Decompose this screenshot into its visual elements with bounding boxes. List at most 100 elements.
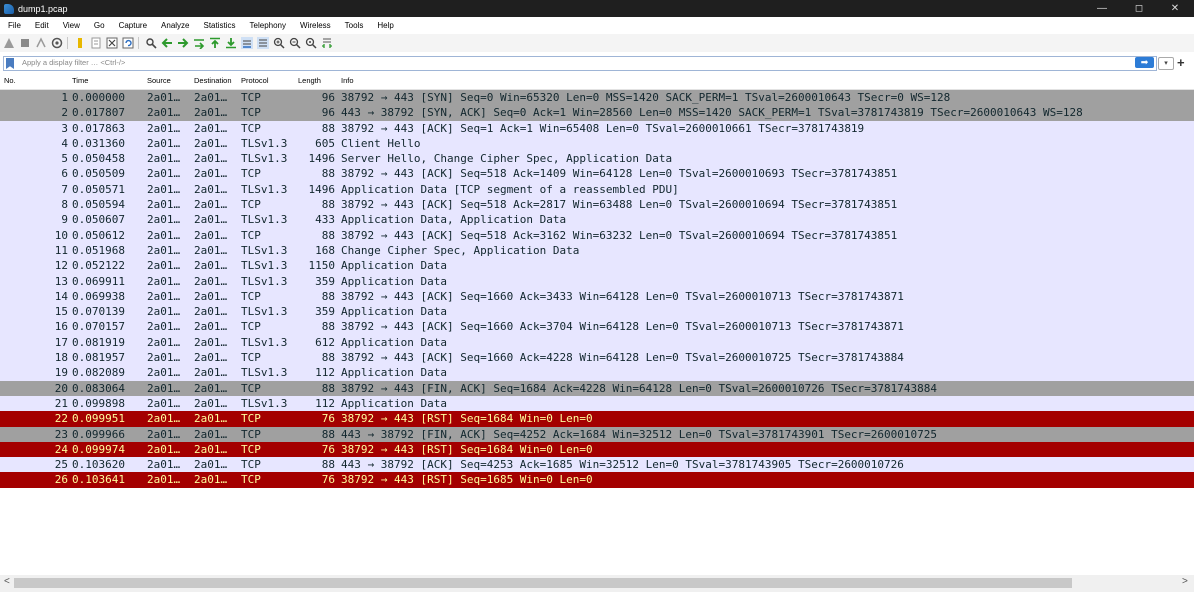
menu-file[interactable]: File xyxy=(0,21,27,30)
packet-protocol: TLSv1.3 xyxy=(241,366,288,380)
packet-length: 88 xyxy=(321,198,335,212)
go-forward-icon[interactable] xyxy=(176,36,190,50)
add-filter-button[interactable]: + xyxy=(1177,55,1185,70)
column-header-protocol[interactable]: Protocol xyxy=(241,76,269,85)
packet-number: 3 xyxy=(61,121,68,135)
colorize-icon[interactable] xyxy=(256,36,270,50)
apply-filter-button[interactable]: ➡ xyxy=(1135,57,1154,68)
packet-info: Client Hello xyxy=(341,136,421,150)
restart-capture-icon[interactable] xyxy=(34,36,48,50)
auto-scroll-icon[interactable] xyxy=(240,36,254,50)
column-header-no[interactable]: No. xyxy=(4,76,16,85)
packet-row[interactable]: 7 0.050571 2a01… 2a01… TLSv1.3 1496 Applicatio… xyxy=(0,181,1194,198)
menu-wireless[interactable]: Wireless xyxy=(292,21,337,30)
go-last-icon[interactable] xyxy=(224,36,238,50)
packet-time: 0.082089 xyxy=(72,366,125,380)
packet-row[interactable]: 8 0.050594 2a01… 2a01… TCP 88 38792 → 443 [ACK… xyxy=(0,197,1194,213)
start-capture-icon[interactable] xyxy=(2,36,16,50)
packet-number: 7 xyxy=(61,182,68,196)
scrollbar-thumb[interactable] xyxy=(14,578,1072,588)
close-file-icon[interactable] xyxy=(105,36,119,50)
go-to-packet-icon[interactable] xyxy=(192,36,206,50)
filter-history-dropdown[interactable]: ▾ xyxy=(1158,57,1174,70)
zoom-out-icon[interactable] xyxy=(288,36,302,50)
packet-row[interactable]: 10 0.050612 2a01… 2a01… TCP 88 38792 → 443 [AC… xyxy=(0,227,1194,243)
normal-size-icon[interactable] xyxy=(304,36,318,50)
packet-row[interactable]: 20 0.083064 2a01… 2a01… TCP 88 38792 → 443 [FI… xyxy=(0,380,1194,396)
menu-view[interactable]: View xyxy=(55,21,86,30)
packet-row[interactable]: 15 0.070139 2a01… 2a01… TLSv1.3 359 Applicatio… xyxy=(0,304,1194,320)
packet-row[interactable]: 19 0.082089 2a01… 2a01… TLSv1.3 112 Applicatio… xyxy=(0,365,1194,381)
packet-row[interactable]: 14 0.069938 2a01… 2a01… TCP 88 38792 → 443 [AC… xyxy=(0,288,1194,305)
packet-row[interactable]: 11 0.051968 2a01… 2a01… TLSv1.3 168 Change Cip… xyxy=(0,242,1194,259)
menu-analyze[interactable]: Analyze xyxy=(153,21,195,30)
find-packet-icon[interactable] xyxy=(144,36,158,50)
packet-row[interactable]: 21 0.099898 2a01… 2a01… TLSv1.3 112 Applicatio… xyxy=(0,395,1194,412)
menu-statistics[interactable]: Statistics xyxy=(196,21,242,30)
reload-file-icon[interactable] xyxy=(121,36,135,50)
packet-source: 2a01… xyxy=(147,274,181,288)
packet-number: 2 xyxy=(61,106,68,120)
column-header-source[interactable]: Source xyxy=(147,76,171,85)
packet-row[interactable]: 9 0.050607 2a01… 2a01… TLSv1.3 433 Application… xyxy=(0,212,1194,228)
packet-row[interactable]: 17 0.081919 2a01… 2a01… TLSv1.3 612 Applicatio… xyxy=(0,334,1194,351)
packet-row[interactable]: 5 0.050458 2a01… 2a01… TLSv1.3 1496 Server Hel… xyxy=(0,151,1194,167)
menu-tools[interactable]: Tools xyxy=(337,21,370,30)
packet-number: 6 xyxy=(61,167,68,181)
scroll-left-arrow[interactable]: < xyxy=(4,576,10,587)
packet-row[interactable]: 13 0.069911 2a01… 2a01… TLSv1.3 359 Applicatio… xyxy=(0,273,1194,289)
packet-row[interactable]: 24 0.099974 2a01… 2a01… TCP 76 38792 → 443 [RS… xyxy=(0,441,1194,458)
scroll-right-arrow[interactable]: > xyxy=(1182,576,1188,587)
save-file-icon[interactable] xyxy=(89,36,103,50)
packet-row[interactable]: 25 0.103620 2a01… 2a01… TCP 88 443 → 38792 [AC… xyxy=(0,457,1194,473)
packet-source: 2a01… xyxy=(147,121,181,135)
packet-info: 443 → 38792 [SYN, ACK] Seq=0 Ack=1 Win=2… xyxy=(341,106,1083,120)
zoom-in-icon[interactable] xyxy=(272,36,286,50)
packet-length: 1496 xyxy=(308,182,336,196)
packet-row[interactable]: 3 0.017863 2a01… 2a01… TCP 88 38792 → 443 [ACK… xyxy=(0,120,1194,136)
packet-number: 25 xyxy=(54,458,68,472)
packet-destination: 2a01… xyxy=(194,182,228,196)
capture-options-icon[interactable] xyxy=(50,36,64,50)
menu-edit[interactable]: Edit xyxy=(27,21,55,30)
packet-row[interactable]: 2 0.017807 2a01… 2a01… TCP 96 443 → 38792 [SYN… xyxy=(0,105,1194,121)
menu-go[interactable]: Go xyxy=(86,21,111,30)
go-first-icon[interactable] xyxy=(208,36,222,50)
packet-destination: 2a01… xyxy=(194,243,228,257)
horizontal-scrollbar[interactable]: < > xyxy=(0,575,1194,592)
packet-length: 76 xyxy=(321,442,335,456)
bookmark-icon[interactable] xyxy=(6,58,14,69)
column-header-time[interactable]: Time xyxy=(72,76,88,85)
column-header-destination[interactable]: Destination xyxy=(194,76,232,85)
packet-row[interactable]: 18 0.081957 2a01… 2a01… TCP 88 38792 → 443 [AC… xyxy=(0,350,1194,366)
packet-source: 2a01… xyxy=(147,106,181,120)
menu-capture[interactable]: Capture xyxy=(111,21,153,30)
packet-destination: 2a01… xyxy=(194,121,228,135)
packet-info: Application Data xyxy=(341,366,447,380)
minimize-button[interactable]: — xyxy=(1085,0,1119,17)
packet-info: 38792 → 443 [ACK] Seq=1660 Ack=3433 Win=… xyxy=(341,289,904,303)
column-header-info[interactable]: Info xyxy=(341,76,354,85)
open-file-icon[interactable] xyxy=(73,36,87,50)
stop-capture-icon[interactable] xyxy=(18,36,32,50)
packet-number: 14 xyxy=(54,289,68,303)
packet-time: 0.017863 xyxy=(72,121,125,135)
packet-row[interactable]: 4 0.031360 2a01… 2a01… TLSv1.3 605 Client Hell… xyxy=(0,135,1194,152)
packet-row[interactable]: 16 0.070157 2a01… 2a01… TCP 88 38792 → 443 [AC… xyxy=(0,319,1194,335)
maximize-button[interactable]: ◻ xyxy=(1122,0,1156,17)
menu-telephony[interactable]: Telephony xyxy=(242,21,292,30)
resize-columns-icon[interactable] xyxy=(320,36,334,50)
packet-row[interactable]: 6 0.050509 2a01… 2a01… TCP 88 38792 → 443 [ACK… xyxy=(0,166,1194,182)
column-header-length[interactable]: Length xyxy=(298,76,321,85)
packet-row[interactable]: 23 0.099966 2a01… 2a01… TCP 88 443 → 38792 [FI… xyxy=(0,426,1194,442)
display-filter-input[interactable]: Apply a display filter … <Ctrl-/> xyxy=(3,56,1157,71)
packet-row[interactable]: 26 0.103641 2a01… 2a01… TCP 76 38792 → 443 [RS… xyxy=(0,472,1194,488)
go-back-icon[interactable] xyxy=(160,36,174,50)
packet-number: 19 xyxy=(54,366,68,380)
packet-length: 1496 xyxy=(308,152,336,166)
close-button[interactable]: ✕ xyxy=(1158,0,1192,17)
menu-help[interactable]: Help xyxy=(369,21,399,30)
packet-row[interactable]: 22 0.099951 2a01… 2a01… TCP 76 38792 → 443 [RS… xyxy=(0,411,1194,427)
packet-row[interactable]: 1 0.000000 2a01… 2a01… TCP 96 38792 → 443 [SYN… xyxy=(0,90,1194,106)
packet-row[interactable]: 12 0.052122 2a01… 2a01… TLSv1.3 1150 Applicati… xyxy=(0,258,1194,274)
